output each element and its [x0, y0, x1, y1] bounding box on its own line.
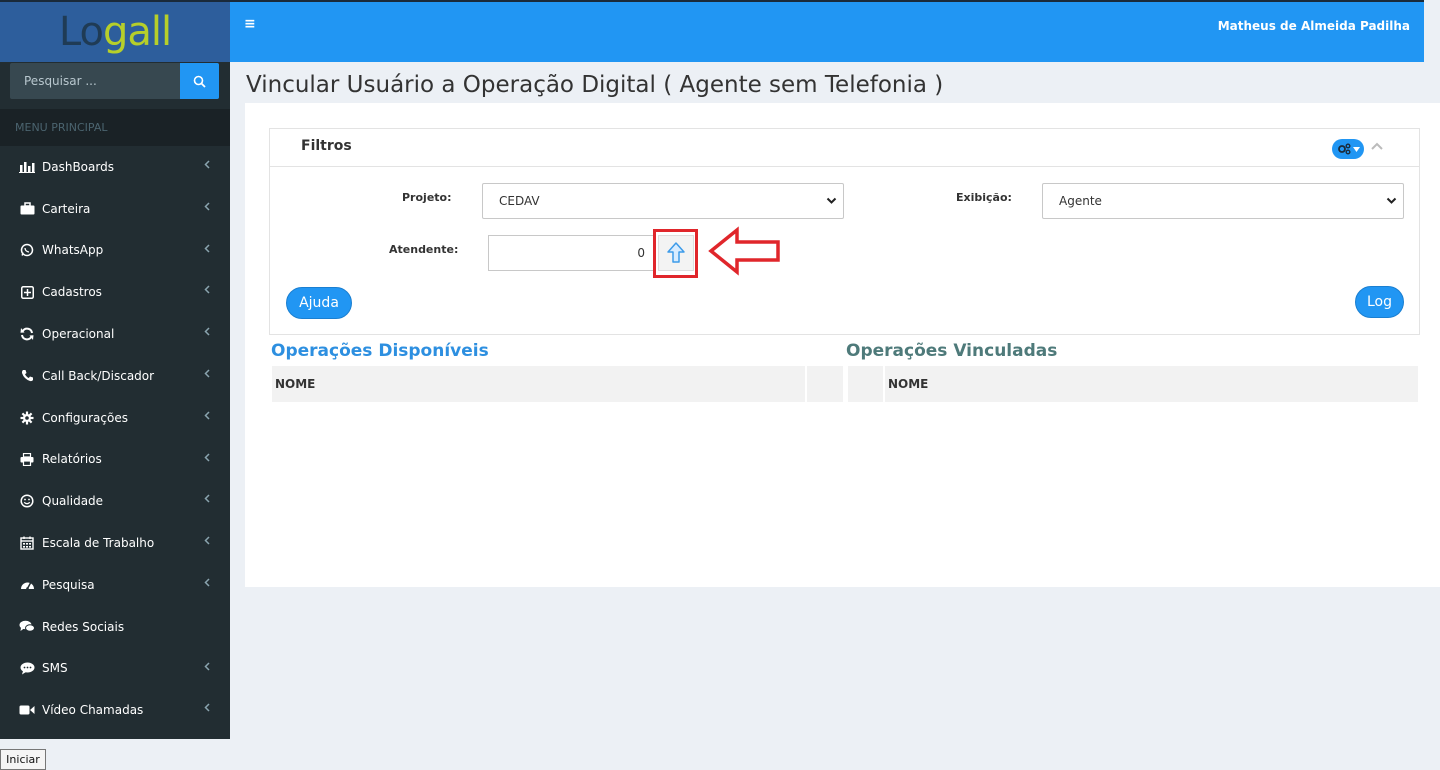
- sidebar-item-label: Vídeo Chamadas: [42, 703, 144, 718]
- logo-text: Logall: [58, 9, 172, 55]
- chevron-left-icon: [204, 703, 210, 715]
- calendar-icon: [19, 536, 35, 550]
- sidebar-item-call-back-discador[interactable]: Call Back/Discador: [0, 355, 230, 397]
- highlight-box: [653, 229, 698, 278]
- sidebar-item-label: Configurações: [42, 410, 128, 425]
- chevron-left-icon: [204, 453, 210, 465]
- smile-icon: [19, 494, 35, 508]
- page-title: Vincular Usuário a Operação Digital ( Ag…: [246, 72, 944, 98]
- vinculadas-title: Operações Vinculadas: [846, 341, 1058, 361]
- sidebar-item-label: Carteira: [42, 201, 91, 216]
- sidebar-item-label: Redes Sociais: [42, 619, 125, 634]
- sidebar-item-label: Pesquisa: [42, 577, 95, 592]
- chat-bubble-icon: [19, 661, 35, 675]
- chevron-left-icon: [204, 662, 210, 674]
- sidebar-item-configura-es[interactable]: Configurações: [0, 397, 230, 439]
- sidebar-item-label: Cadastros: [42, 285, 102, 300]
- chevron-left-icon: [204, 536, 210, 548]
- search-input[interactable]: [10, 63, 180, 99]
- main-menu: DashBoards Carteira WhatsApp Cadastros Opera…: [0, 146, 230, 731]
- caret-down-icon: [1352, 146, 1360, 152]
- app-logo[interactable]: Logall: [0, 0, 230, 62]
- sidebar-item-label: DashBoards: [42, 159, 114, 174]
- arrow-left-icon: [708, 226, 780, 276]
- sidebar-item-escala-de-trabalho[interactable]: Escala de Trabalho: [0, 522, 230, 564]
- dashboard-icon: [19, 578, 35, 592]
- briefcase-icon: [19, 202, 35, 216]
- chevron-left-icon: [204, 411, 210, 423]
- search-button[interactable]: [180, 63, 219, 99]
- menu-toggle-icon[interactable]: ≡: [244, 16, 256, 32]
- sidebar-item-carteira[interactable]: Carteira: [0, 188, 230, 230]
- chevron-left-icon: [204, 160, 210, 172]
- sidebar-item-label: WhatsApp: [42, 243, 104, 258]
- user-menu[interactable]: Matheus de Almeida Padilha: [1218, 19, 1410, 33]
- sidebar-item-label: Call Back/Discador: [42, 368, 155, 383]
- sidebar-item-qualidade[interactable]: Qualidade: [0, 480, 230, 522]
- disponiveis-header-action: [807, 366, 843, 402]
- chevron-left-icon: [204, 244, 210, 256]
- sidebar-item-label: Relatórios: [42, 452, 102, 467]
- chevron-left-icon: [204, 285, 210, 297]
- sidebar-item-label: Qualidade: [42, 494, 104, 509]
- sidebar-item-v-deo-chamadas[interactable]: Vídeo Chamadas: [0, 689, 230, 731]
- exibicao-label: Exibição:: [956, 191, 1012, 204]
- start-button[interactable]: Iniciar: [0, 749, 46, 770]
- filter-panel-title: Filtros: [301, 138, 352, 154]
- refresh-icon: [19, 327, 35, 341]
- vinculadas-header-nome[interactable]: NOME: [885, 366, 1418, 402]
- search-icon: [193, 75, 206, 88]
- disponiveis-header-nome[interactable]: NOME: [272, 366, 805, 402]
- vinculadas-header-action: [848, 366, 883, 402]
- sidebar-item-label: SMS: [42, 661, 68, 676]
- sidebar-item-relat-rios[interactable]: Relatórios: [0, 439, 230, 481]
- sidebar-item-cadastros[interactable]: Cadastros: [0, 271, 230, 313]
- ajuda-button[interactable]: Ajuda: [286, 287, 352, 319]
- log-button[interactable]: Log: [1355, 286, 1404, 318]
- plus-square-icon: [19, 285, 35, 299]
- sidebar-item-operacional[interactable]: Operacional: [0, 313, 230, 355]
- sidebar-item-dashboards[interactable]: DashBoards: [0, 146, 230, 188]
- sidebar-item-whatsapp[interactable]: WhatsApp: [0, 230, 230, 272]
- menu-header: MENU PRINCIPAL: [0, 109, 230, 146]
- phone-icon: [19, 369, 35, 383]
- chevron-left-icon: [204, 202, 210, 214]
- chevron-left-icon: [204, 327, 210, 339]
- projeto-label: Projeto:: [402, 191, 452, 204]
- atendente-input[interactable]: [488, 235, 654, 271]
- sidebar-item-sms[interactable]: SMS: [0, 648, 230, 690]
- sidebar-item-pesquisa[interactable]: Pesquisa: [0, 564, 230, 606]
- video-icon: [19, 703, 35, 717]
- cogs-icon: [1337, 143, 1350, 155]
- disponiveis-title: Operações Disponíveis: [271, 341, 489, 361]
- sidebar-item-label: Escala de Trabalho: [42, 536, 155, 551]
- sidebar-item-label: Operacional: [42, 327, 115, 342]
- bar-chart-icon: [19, 160, 35, 174]
- comments-icon: [19, 620, 35, 634]
- chevron-up-icon[interactable]: [1370, 141, 1384, 151]
- sidebar-search: [10, 63, 219, 99]
- chevron-down-icon: [1386, 197, 1397, 204]
- gear-icon: [19, 411, 35, 425]
- sidebar-item-redes-sociais[interactable]: Redes Sociais: [0, 606, 230, 648]
- filter-panel-header: Filtros: [270, 129, 1419, 167]
- whatsapp-icon: [19, 243, 35, 257]
- filter-panel: Filtros: [269, 128, 1420, 335]
- projeto-select[interactable]: CEDAV: [482, 183, 844, 219]
- top-navbar: ≡ Matheus de Almeida Padilha: [230, 0, 1424, 62]
- sidebar: MENU PRINCIPAL DashBoards Carteira WhatsAp…: [0, 62, 230, 739]
- panel-tools-button[interactable]: [1332, 139, 1364, 159]
- projeto-selected-value: CEDAV: [499, 194, 540, 208]
- exibicao-selected-value: Agente: [1059, 194, 1102, 208]
- chevron-down-icon: [826, 197, 837, 204]
- chevron-left-icon: [204, 578, 210, 590]
- printer-icon: [19, 452, 35, 466]
- exibicao-select[interactable]: Agente: [1042, 183, 1404, 219]
- chevron-left-icon: [204, 369, 210, 381]
- chevron-left-icon: [204, 494, 210, 506]
- atendente-label: Atendente:: [389, 243, 459, 256]
